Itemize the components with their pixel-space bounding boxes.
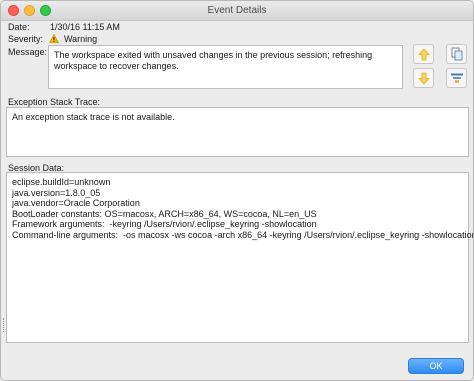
filter-icon xyxy=(450,73,463,83)
ok-button[interactable]: OK xyxy=(408,358,464,374)
title-bar[interactable]: Event Details xyxy=(1,1,473,21)
session-line: BootLoader constants: OS=macosx, ARCH=x8… xyxy=(12,208,317,219)
warning-triangle-icon xyxy=(49,34,59,43)
arrow-down-icon xyxy=(417,72,430,85)
exception-label: Exception Stack Trace: xyxy=(8,97,101,107)
arrow-up-icon xyxy=(417,47,430,60)
resize-grip[interactable] xyxy=(3,318,6,332)
message-label: Message: xyxy=(8,47,48,57)
session-line: Command-line arguments: -os macosx -ws c… xyxy=(12,229,474,240)
copy-icon xyxy=(451,47,462,61)
session-data-field[interactable]: eclipse.buildId=unknown java.version=1.8… xyxy=(6,172,473,343)
session-line: java.version=1.8.0_05 xyxy=(12,187,101,198)
copy-event-button[interactable] xyxy=(446,44,467,64)
date-label: Date: xyxy=(8,22,30,32)
next-event-button[interactable] xyxy=(413,68,434,88)
date-value: 1/30/16 11:15 AM xyxy=(50,22,120,32)
session-text: eclipse.buildId=unknown java.version=1.8… xyxy=(12,177,474,240)
severity-label: Severity: xyxy=(8,34,44,44)
exception-text: An exception stack trace is not availabl… xyxy=(12,112,175,122)
message-text: The workspace exited with unsaved change… xyxy=(54,50,375,71)
window-title: Event Details xyxy=(207,5,267,16)
session-line: Framework arguments: -keyring /Users/rvi… xyxy=(12,219,317,229)
filter-events-button[interactable] xyxy=(446,68,467,88)
session-line: java.vendor=Oracle Corporation xyxy=(12,198,140,208)
event-details-window: Event Details Date: 1/30/16 11:15 AM Sev… xyxy=(0,0,474,381)
session-line: eclipse.buildId=unknown xyxy=(12,177,111,187)
previous-event-button[interactable] xyxy=(413,44,434,64)
message-field[interactable]: The workspace exited with unsaved change… xyxy=(48,45,403,89)
exception-stack-trace-field[interactable]: An exception stack trace is not availabl… xyxy=(6,107,469,157)
severity-value: Warning xyxy=(64,34,98,44)
